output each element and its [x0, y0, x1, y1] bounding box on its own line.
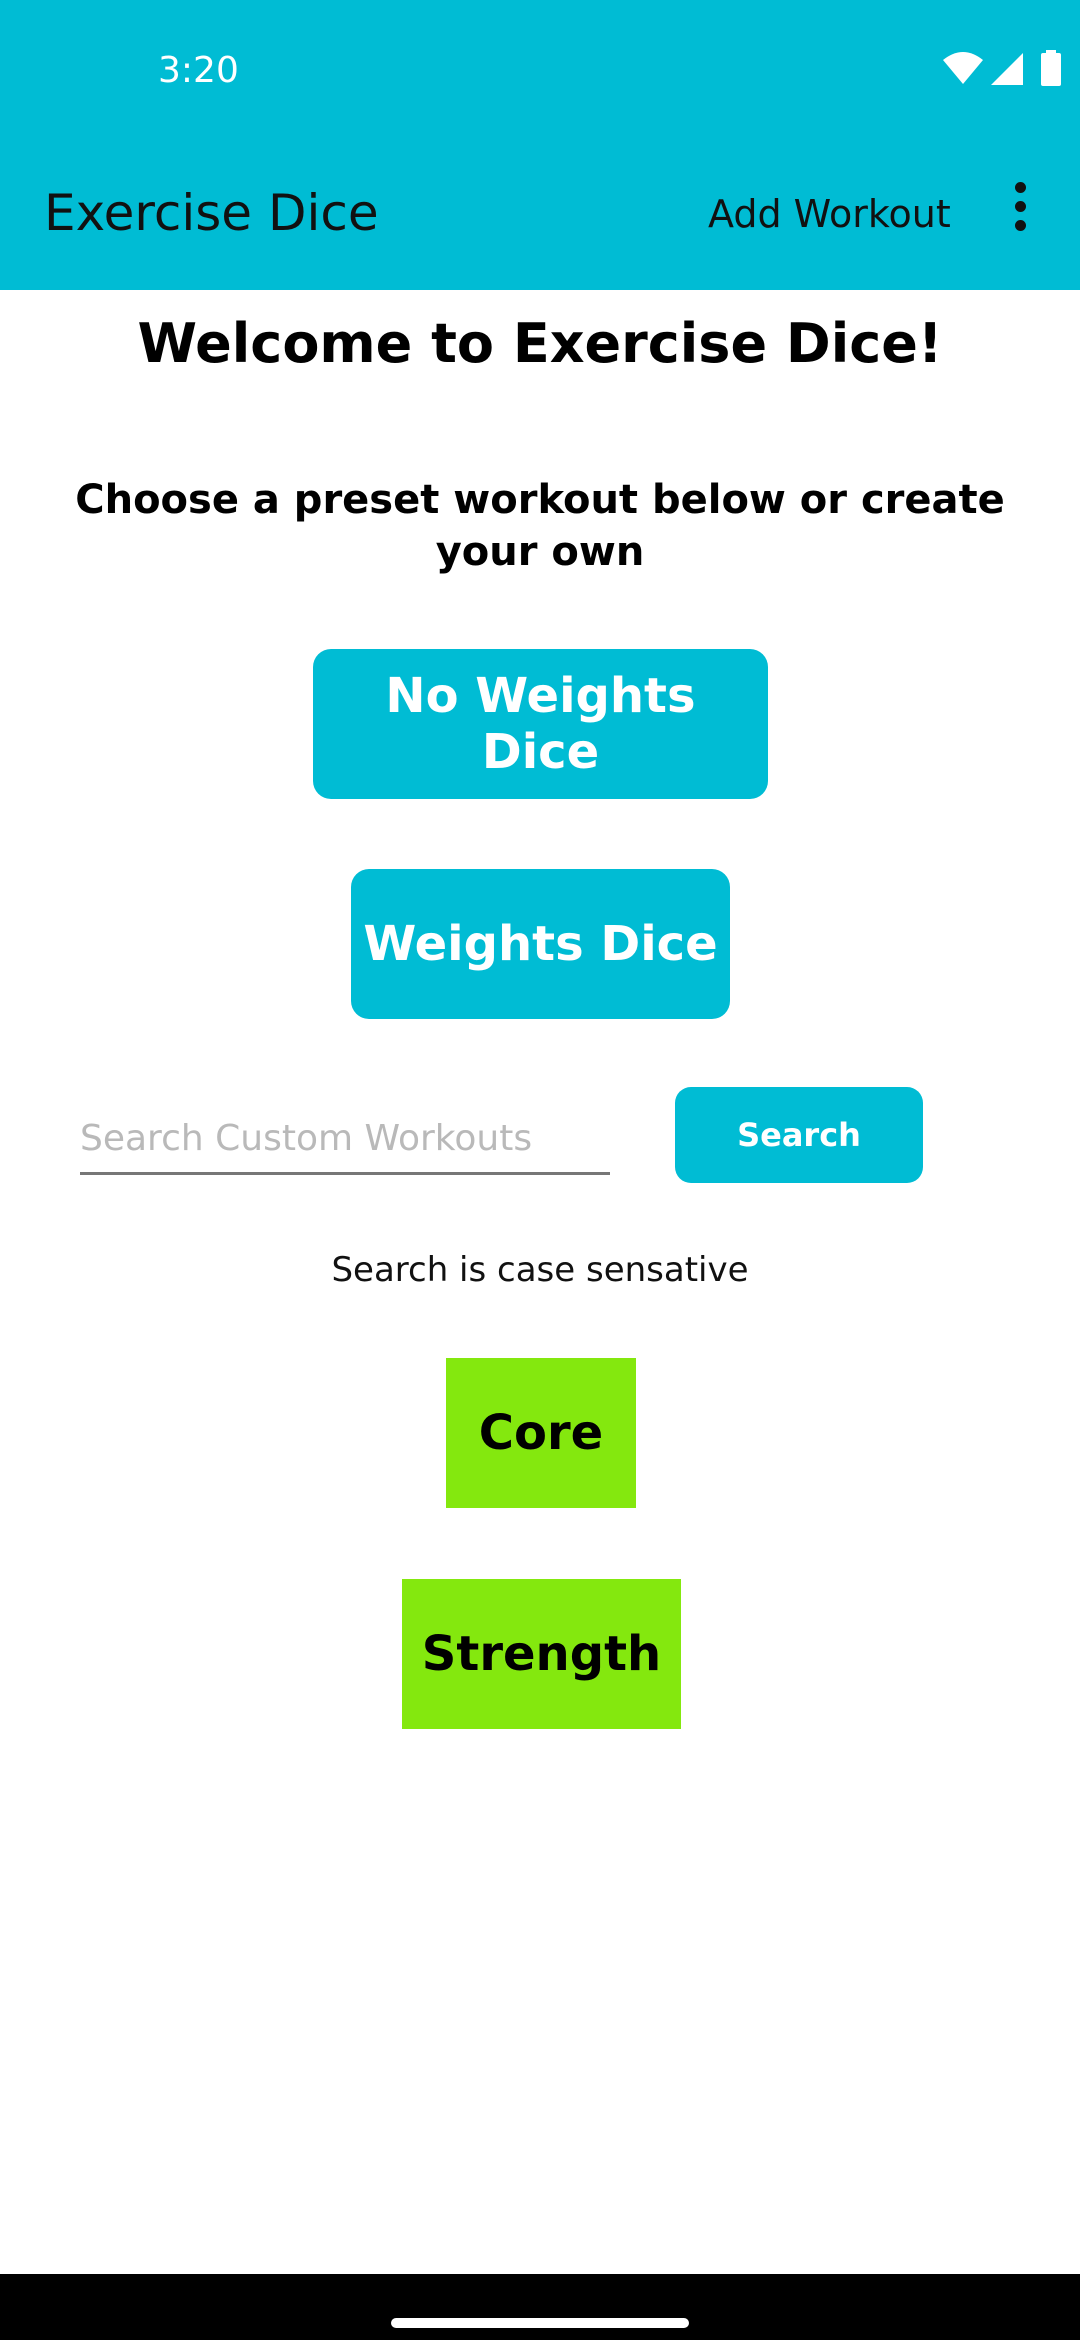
- workout-tile-core[interactable]: Core: [446, 1358, 636, 1508]
- home-gesture-handle[interactable]: [391, 2318, 689, 2328]
- app-bar: Exercise Dice Add Workout: [0, 140, 1080, 290]
- subtitle-text: Choose a preset workout below or create …: [75, 477, 1005, 575]
- add-workout-button[interactable]: Add Workout: [708, 192, 951, 236]
- no-weights-dice-button[interactable]: No Weights Dice: [313, 649, 768, 799]
- weights-dice-button[interactable]: Weights Dice: [351, 869, 730, 1019]
- wifi-icon: [943, 52, 983, 84]
- app-title: Exercise Dice: [44, 184, 379, 242]
- status-time: 3:20: [158, 50, 239, 91]
- search-input[interactable]: [80, 1104, 610, 1172]
- battery-icon: [1041, 50, 1061, 86]
- status-bar: 3:20: [0, 0, 1080, 140]
- search-button[interactable]: Search: [675, 1087, 923, 1183]
- workout-tile-strength[interactable]: Strength: [402, 1579, 681, 1729]
- welcome-heading: Welcome to Exercise Dice!: [137, 312, 943, 375]
- search-field: [80, 1104, 610, 1175]
- cellular-signal-icon: [991, 53, 1023, 85]
- status-icons: [820, 50, 1080, 90]
- more-vert-icon[interactable]: [1000, 182, 1040, 242]
- navigation-bar: [0, 2274, 1080, 2340]
- search-note: Search is case sensative: [331, 1250, 749, 1290]
